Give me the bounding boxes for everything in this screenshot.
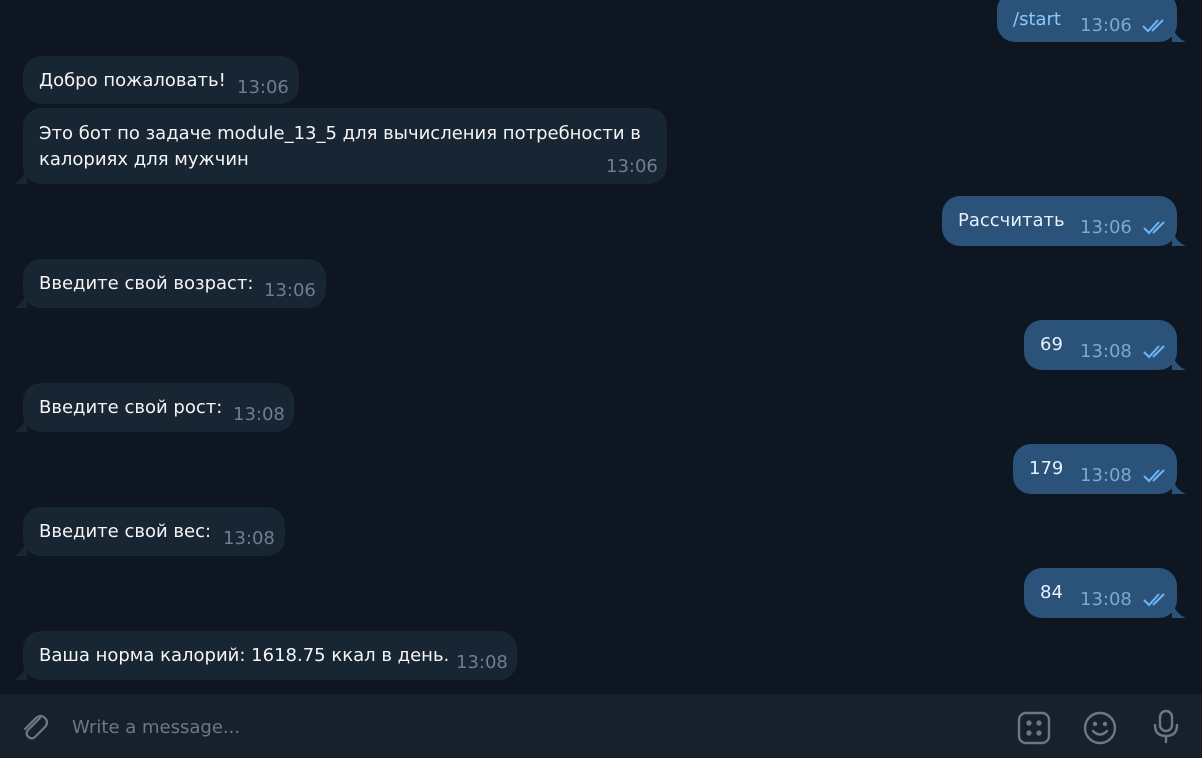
outgoing-message[interactable]: 69 13:08: [1024, 320, 1177, 370]
message-time: 13:08: [1080, 589, 1132, 610]
paperclip-icon[interactable]: [16, 708, 52, 744]
incoming-message[interactable]: Ваша норма калорий: 1618.75 ккал в день.…: [23, 631, 517, 680]
message-input[interactable]: [70, 710, 974, 744]
message-text: Добро пожаловать!: [39, 70, 226, 91]
bubble-tail: [13, 416, 27, 432]
message-text-line: Это бот по задаче module_13_5 для вычисл…: [39, 123, 641, 144]
incoming-message[interactable]: Введите свой рост: 13:08: [23, 383, 294, 432]
bubble-tail: [1172, 602, 1186, 618]
bubble-tail: [1172, 26, 1186, 42]
message-text: 69: [1040, 334, 1063, 355]
sticker-panel-icon[interactable]: [1016, 710, 1052, 746]
message-time: 13:08: [1080, 465, 1132, 486]
outgoing-message[interactable]: /start 13:06: [997, 0, 1177, 42]
incoming-message[interactable]: Введите свой вес: 13:08: [23, 507, 285, 556]
bubble-tail: [13, 168, 27, 184]
outgoing-message[interactable]: 84 13:08: [1024, 568, 1177, 618]
message-time: 13:06: [1080, 15, 1132, 36]
command-link[interactable]: /start: [1013, 7, 1061, 33]
incoming-message[interactable]: Это бот по задаче module_13_5 для вычисл…: [23, 108, 667, 184]
message-text: 179: [1029, 458, 1064, 479]
message-text: Введите свой вес:: [39, 521, 212, 542]
outgoing-message[interactable]: 179 13:08: [1013, 444, 1177, 494]
message-text-line: калориях для мужчин: [39, 149, 249, 170]
message-time: 13:06: [1080, 217, 1132, 238]
bubble-tail: [1172, 478, 1186, 494]
message-time: 13:06: [237, 77, 289, 98]
bubble-tail: [13, 664, 27, 680]
chat-history[interactable]: /start 13:06 Добро пожаловать! 13:06 Это…: [0, 0, 1202, 694]
message-text: Введите свой возраст:: [39, 273, 254, 294]
message-text: Ваша норма калорий: 1618.75 ккал в день.: [39, 645, 450, 666]
message-time: 13:06: [264, 280, 316, 301]
message-time: 13:08: [233, 404, 285, 425]
double-check-icon: [1143, 345, 1165, 359]
bubble-tail: [1172, 354, 1186, 370]
emoji-icon[interactable]: [1082, 710, 1118, 746]
message-time: 13:08: [1080, 341, 1132, 362]
microphone-icon[interactable]: [1148, 708, 1184, 744]
message-text: Введите свой рост:: [39, 397, 223, 418]
double-check-icon: [1143, 593, 1165, 607]
bubble-tail: [13, 540, 27, 556]
message-composer: [0, 694, 1202, 758]
message-time: 13:06: [606, 156, 658, 177]
double-check-icon: [1143, 221, 1165, 235]
message-text: Рассчитать: [958, 210, 1065, 231]
outgoing-message[interactable]: Рассчитать 13:06: [942, 196, 1177, 246]
bubble-tail: [1172, 230, 1186, 246]
message-text: 84: [1040, 582, 1063, 603]
incoming-message[interactable]: Введите свой возраст: 13:06: [23, 259, 326, 308]
message-time: 13:08: [223, 528, 275, 549]
double-check-icon: [1142, 19, 1164, 33]
bubble-tail: [13, 292, 27, 308]
message-time: 13:08: [456, 652, 508, 673]
double-check-icon: [1143, 469, 1165, 483]
incoming-message[interactable]: Добро пожаловать! 13:06: [23, 56, 299, 104]
